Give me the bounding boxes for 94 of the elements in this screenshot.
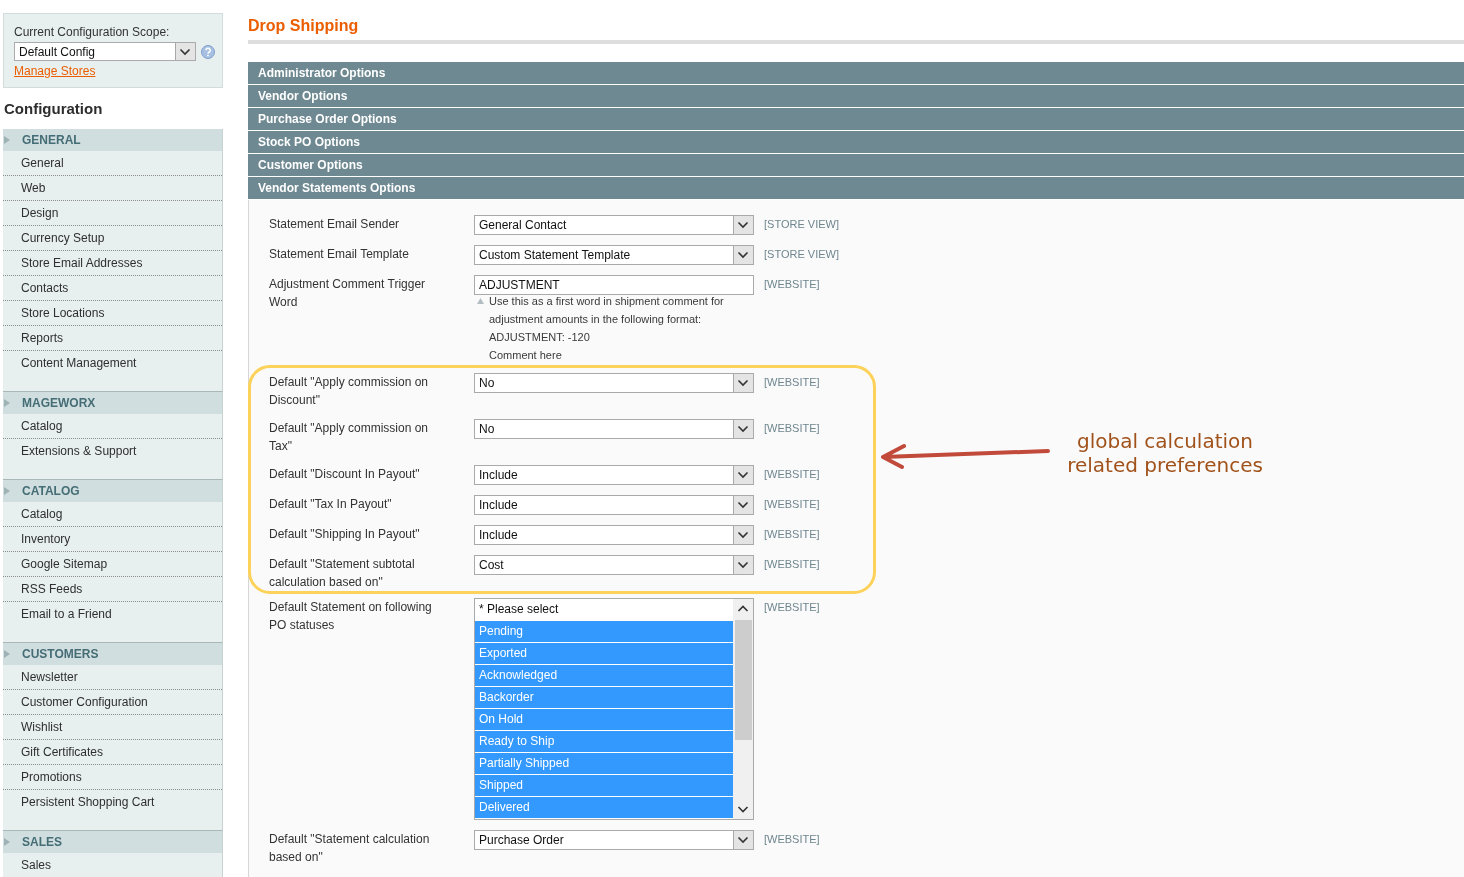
chevron-down-icon	[733, 831, 753, 849]
field-label: Statement Email Sender	[269, 216, 401, 233]
sidebar-item[interactable]: RSS Feeds	[3, 577, 222, 602]
dropdown[interactable]: Custom Statement Template	[474, 245, 754, 265]
scope-label: [WEBSITE]	[764, 527, 820, 542]
caret-right-icon	[4, 838, 10, 846]
chevron-down-icon	[733, 216, 753, 234]
sidebar-item[interactable]: Persistent Shopping Cart	[3, 790, 222, 815]
help-icon[interactable]	[201, 44, 215, 59]
sidebar-item[interactable]: Store Locations	[3, 301, 222, 326]
sidebar-item[interactable]: Newsletter	[3, 665, 222, 690]
field-note: Use this as a first word in shipment comment for adjustment amounts in the following format:	[489, 294, 725, 327]
callout-text: global calculation related preferences	[1066, 429, 1264, 477]
sidebar-item[interactable]: Extensions & Support	[3, 439, 222, 464]
caret-right-icon	[4, 136, 10, 144]
section-header[interactable]: Vendor Statements Options	[248, 177, 1464, 199]
sidebar-item[interactable]: Email to a Friend	[3, 602, 222, 627]
sidebar-item[interactable]: Design	[3, 201, 222, 226]
text-input[interactable]: ADJUSTMENT	[474, 275, 754, 295]
arrow-icon	[880, 442, 1052, 470]
field-label: Default "Statement subtotal calculation based on"	[269, 556, 416, 591]
sidebar-group-header[interactable]: CATALOG	[3, 480, 222, 502]
sidebar-item[interactable]: Sales	[3, 853, 222, 877]
sidebar-item[interactable]: General	[3, 151, 222, 176]
section-header[interactable]: Stock PO Options	[248, 131, 1464, 153]
sidebar-item[interactable]: Catalog	[3, 502, 222, 527]
sidebar-item[interactable]: Store Email Addresses	[3, 251, 222, 276]
scope-dropdown[interactable]: Default Config	[14, 42, 196, 61]
sidebar-group-header[interactable]: GENERAL	[3, 129, 222, 151]
dropdown[interactable]: Include	[474, 495, 754, 515]
chevron-down-icon	[733, 374, 753, 392]
chevron-down-icon	[175, 43, 195, 60]
dropdown[interactable]: Include	[474, 465, 754, 485]
sidebar-group-header[interactable]: SALES	[3, 831, 222, 853]
field-label: Default Statement on following PO statuses	[269, 599, 433, 634]
field-label: Statement Email Template	[269, 246, 410, 263]
chevron-down-icon	[733, 496, 753, 514]
sidebar-item[interactable]: Gift Certificates	[3, 740, 222, 765]
chevron-down-icon	[733, 526, 753, 544]
field-note: ADJUSTMENT: -120	[489, 330, 591, 345]
scope-label: Current Configuration Scope:	[14, 25, 171, 40]
section-header[interactable]: Customer Options	[248, 154, 1464, 176]
caret-right-icon	[4, 487, 10, 495]
sidebar-group-header[interactable]: CUSTOMERS	[3, 643, 222, 665]
sidebar-item[interactable]: Inventory	[3, 527, 222, 552]
field-label: Default "Apply commission on Tax"	[269, 420, 429, 455]
dropdown[interactable]: No	[474, 419, 754, 439]
chevron-down-icon	[733, 466, 753, 484]
chevron-down-icon	[733, 556, 753, 574]
sidebar-group-header[interactable]: MAGEWORX	[3, 392, 222, 414]
page-title: Drop Shipping	[248, 16, 360, 36]
section-header[interactable]: Vendor Options	[248, 85, 1464, 107]
scope-label: [WEBSITE]	[764, 375, 820, 390]
dropdown[interactable]: General Contact	[474, 215, 754, 235]
field-label: Default "Shipping In Payout"	[269, 526, 421, 543]
sidebar-item[interactable]: Promotions	[3, 765, 222, 790]
sidebar-item[interactable]: Wishlist	[3, 715, 222, 740]
sidebar-item[interactable]: Google Sitemap	[3, 552, 222, 577]
sidebar-item[interactable]: Customer Configuration	[3, 690, 222, 715]
field-label: Default "Discount In Payout"	[269, 466, 421, 483]
field-label: Adjustment Comment Trigger Word	[269, 276, 427, 311]
field-label: Default "Tax In Payout"	[269, 496, 393, 513]
dropdown[interactable]: No	[474, 373, 754, 393]
caret-right-icon	[4, 650, 10, 658]
section-header[interactable]: Purchase Order Options	[248, 108, 1464, 130]
chevron-down-icon	[733, 420, 753, 438]
sidebar-item[interactable]: Catalog	[3, 414, 222, 439]
sidebar-item[interactable]: Web	[3, 176, 222, 201]
scrollbar-thumb[interactable]	[734, 620, 752, 740]
scope-label: [STORE VIEW]	[764, 217, 839, 232]
sidebar-item[interactable]: Contacts	[3, 276, 222, 301]
caret-right-icon	[4, 399, 10, 407]
dropdown[interactable]: Purchase Order	[474, 830, 754, 850]
chevron-down-icon	[733, 246, 753, 264]
dropdown[interactable]: Cost	[474, 555, 754, 575]
scope-label: [WEBSITE]	[764, 277, 820, 292]
scope-label: [STORE VIEW]	[764, 247, 839, 262]
field-label: Default "Apply commission on Discount"	[269, 374, 429, 409]
sidebar-item[interactable]: Currency Setup	[3, 226, 222, 251]
field-label: Default "Statement calculation based on"	[269, 831, 431, 866]
sidebar-item[interactable]: Reports	[3, 326, 222, 351]
scope-label: [WEBSITE]	[764, 832, 820, 847]
dropdown[interactable]: Include	[474, 525, 754, 545]
triangle-icon	[477, 298, 484, 304]
scope-label: [WEBSITE]	[764, 467, 820, 482]
field-note: Comment here	[489, 348, 563, 363]
scrollbar[interactable]	[733, 599, 753, 819]
scope-label: [WEBSITE]	[764, 497, 820, 512]
multiselect-list[interactable]: * Please select Pending Exported Acknowledged Backorder On Hold Ready to Ship Partially Shipped Shipped Delivered	[474, 598, 754, 820]
scope-label: [WEBSITE]	[764, 421, 820, 436]
section-header[interactable]: Administrator Options	[248, 62, 1464, 84]
scope-label: [WEBSITE]	[764, 600, 820, 615]
sidebar-item[interactable]: Content Management	[3, 351, 222, 376]
scope-label: [WEBSITE]	[764, 557, 820, 572]
